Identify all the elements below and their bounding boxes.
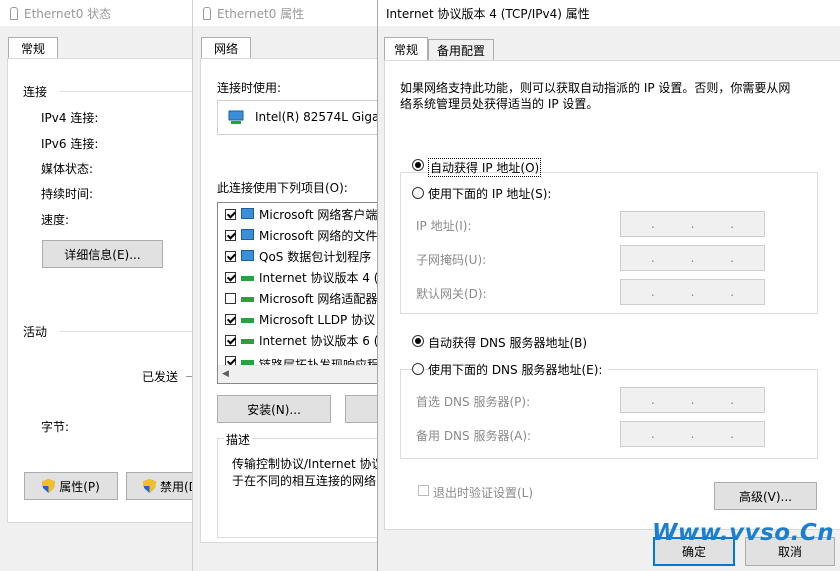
subnet-mask-label: 子网掩码(U): [416, 253, 487, 267]
activity-divider [60, 331, 200, 332]
service-icon [241, 229, 254, 240]
list-item[interactable]: QoS 数据包计划程序 [218, 246, 387, 267]
alternate-dns-field[interactable]: ... [620, 421, 765, 447]
list-item[interactable]: Internet 协议版本 6 ( [218, 330, 387, 351]
list-item[interactable]: Microsoft 网络客户端 [218, 204, 387, 225]
intro-line-2: 络系统管理员处获得适当的 IP 设置。 [400, 97, 599, 111]
tab-alternate-config[interactable]: 备用配置 [428, 39, 494, 61]
bytes-label: 字节: [41, 420, 70, 434]
uac-shield-icon [143, 479, 156, 493]
status-panel [7, 58, 202, 523]
scroll-left-icon[interactable]: ◀ [222, 369, 229, 379]
list-item[interactable]: Microsoft 网络的文件 [218, 225, 387, 246]
adapter-box: Intel(R) 82574L Gigab [217, 100, 387, 135]
status-title: Ethernet0 状态 [24, 6, 112, 21]
validate-label: 退出时验证设置(L) [433, 486, 534, 500]
default-gateway-field[interactable]: ... [620, 279, 765, 305]
list-item[interactable]: Microsoft 网络适配器 [218, 288, 387, 309]
list-item[interactable]: Internet 协议版本 4 ( [218, 267, 387, 288]
intro-line-1: 如果网络支持此功能，则可以获取自动指派的 IP 设置。否则，你需要从网 [400, 81, 791, 95]
item-checkbox[interactable] [225, 272, 236, 283]
item-label: Microsoft 网络适配器 [259, 292, 378, 306]
description-heading: 描述 [224, 431, 253, 448]
ipv4-titlebar[interactable]: Internet 协议版本 4 (TCP/IPv4) 属性 [378, 0, 840, 26]
field-media: 媒体状态: [41, 162, 94, 176]
item-checkbox[interactable] [225, 356, 236, 365]
subnet-mask-field[interactable]: ... [620, 245, 765, 271]
tab-network[interactable]: 网络 [201, 37, 251, 59]
tab-general[interactable]: 常规 [384, 37, 428, 61]
description-text-1: 传输控制协议/Internet 协议 [232, 457, 384, 471]
details-button[interactable]: 详细信息(E)... [42, 240, 163, 268]
field-ipv6: IPv6 连接: [41, 137, 99, 151]
item-label: Microsoft LLDP 协议 [259, 313, 376, 327]
advanced-button[interactable]: 高级(V)... [714, 482, 817, 510]
protocol-icon [241, 297, 254, 302]
field-speed: 速度: [41, 213, 70, 227]
network-cable-icon [203, 6, 211, 20]
network-adapter-icon [228, 110, 244, 124]
protocol-icon [241, 276, 254, 281]
alternate-dns-label: 备用 DNS 服务器(A): [416, 429, 532, 443]
ip-address-label: IP 地址(I): [416, 219, 472, 233]
item-checkbox[interactable] [225, 230, 236, 241]
activity-heading: 活动 [23, 325, 48, 339]
connection-divider [60, 91, 200, 92]
manual-dns-label[interactable]: 使用下面的 DNS 服务器地址(E): [428, 361, 609, 378]
status-titlebar[interactable]: Ethernet0 状态 [0, 0, 200, 26]
horizontal-scrollbar[interactable]: ◀ [218, 365, 387, 383]
item-checkbox[interactable] [225, 293, 236, 304]
auto-ip-label[interactable]: 自动获得 IP 地址(O) [428, 158, 542, 177]
item-checkbox[interactable] [225, 251, 236, 262]
adapter-name: Intel(R) 82574L Gigab [255, 110, 387, 124]
item-label: 链路层拓扑发现响应程 [259, 358, 380, 365]
auto-dns-radio[interactable] [412, 335, 424, 347]
preferred-dns-label: 首选 DNS 服务器(P): [416, 395, 531, 409]
uac-shield-icon [42, 479, 56, 493]
ipv4-title: Internet 协议版本 4 (TCP/IPv4) 属性 [386, 6, 590, 21]
manual-ip-radio[interactable] [412, 187, 424, 199]
item-label: QoS 数据包计划程序 [259, 250, 372, 264]
tab-general[interactable]: 常规 [8, 37, 58, 59]
service-icon [241, 250, 254, 261]
default-gateway-label: 默认网关(D): [416, 287, 487, 301]
watermark: Www.vvso.Cn [652, 520, 835, 546]
field-duration: 持续时间: [41, 187, 94, 201]
item-checkbox[interactable] [225, 335, 236, 346]
ip-address-field[interactable]: ... [620, 211, 765, 237]
validate-checkbox[interactable] [418, 485, 429, 496]
items-label: 此连接使用下列项目(O): [217, 181, 348, 195]
properties-button[interactable]: 属性(P) [24, 472, 118, 500]
client-icon [241, 208, 254, 219]
network-cable-icon [10, 6, 18, 20]
properties-label: 属性(P) [59, 479, 100, 494]
protocol-icon [241, 339, 254, 344]
props-window: Ethernet0 属性 网络 连接时使用: Intel(R) 82574L G… [192, 0, 387, 571]
connection-heading: 连接 [23, 85, 48, 99]
manual-ip-label[interactable]: 使用下面的 IP 地址(S): [428, 185, 558, 202]
protocol-icon [241, 318, 254, 323]
preferred-dns-field[interactable]: ... [620, 387, 765, 413]
props-titlebar[interactable]: Ethernet0 属性 [193, 0, 382, 26]
status-window: Ethernet0 状态 常规 连接 IPv4 连接: IPv6 连接: 媒体状… [0, 0, 206, 571]
install-button[interactable]: 安装(N)... [217, 395, 331, 423]
item-label: Internet 协议版本 6 ( [259, 334, 379, 348]
ipv4-window: Internet 协议版本 4 (TCP/IPv4) 属性 常规 备用配置 如果… [377, 0, 840, 571]
item-label: Internet 协议版本 4 ( [259, 271, 379, 285]
list-item[interactable]: Microsoft LLDP 协议 [218, 309, 387, 330]
sent-label: 已发送 [142, 370, 179, 384]
item-label: Microsoft 网络客户端 [259, 208, 378, 222]
item-label: Microsoft 网络的文件 [259, 229, 378, 243]
auto-ip-radio[interactable] [412, 159, 424, 171]
items-list: Microsoft 网络客户端 Microsoft 网络的文件 QoS 数据包计… [217, 202, 387, 384]
props-title: Ethernet0 属性 [217, 6, 305, 21]
list-item[interactable]: 链路层拓扑发现响应程 [218, 351, 387, 365]
manual-dns-radio[interactable] [412, 363, 424, 375]
connect-using-label: 连接时使用: [217, 81, 282, 95]
item-checkbox[interactable] [225, 314, 236, 325]
auto-dns-label[interactable]: 自动获得 DNS 服务器地址(B) [428, 334, 587, 351]
item-checkbox[interactable] [225, 209, 236, 220]
field-ipv4: IPv4 连接: [41, 111, 99, 125]
description-text-2: 于在不同的相互连接的网络 [232, 474, 377, 488]
